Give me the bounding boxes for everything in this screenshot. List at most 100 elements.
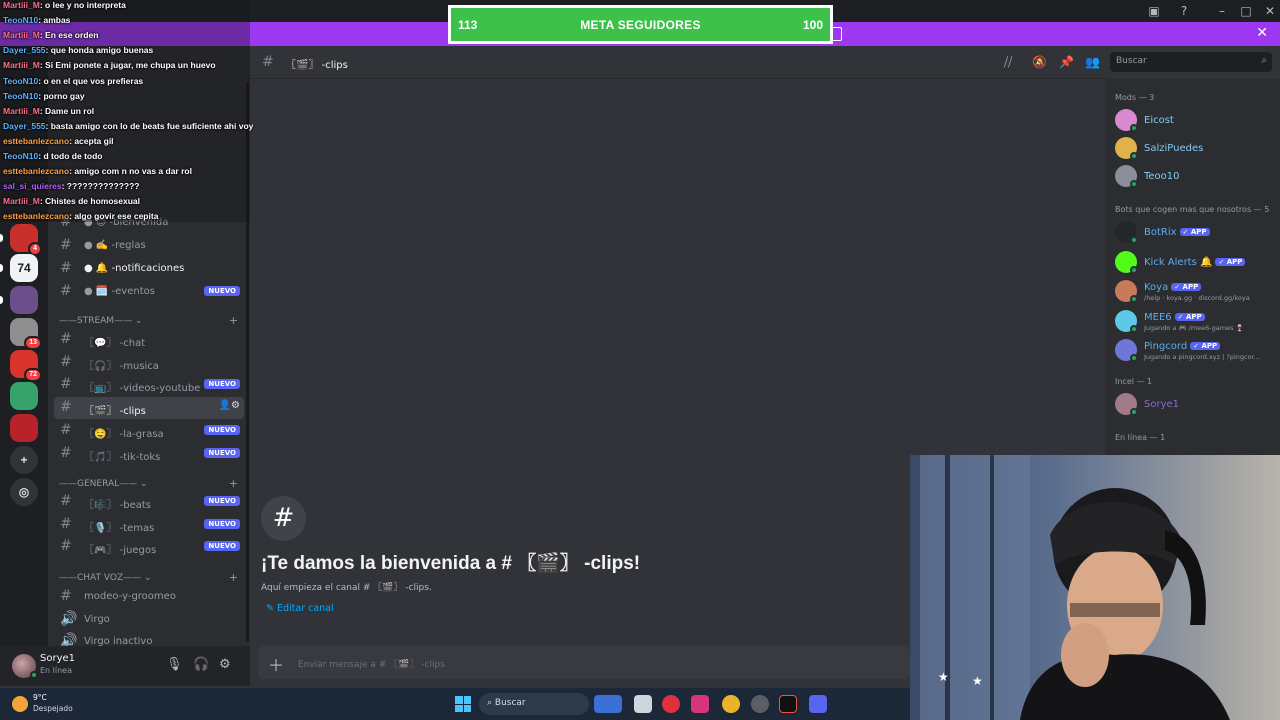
- chat-message: Martiii_M: Chistes de homosexual: [3, 196, 140, 206]
- chat-message: Martiii_M: Si Emi ponete a jugar, me chu…: [3, 60, 216, 70]
- minimize-icon[interactable]: –: [1214, 3, 1230, 19]
- weather-temperature: 9°C: [33, 693, 47, 702]
- server-icon[interactable]: [10, 286, 38, 314]
- create-channel-plus-icon[interactable]: +: [229, 477, 238, 490]
- game-app-icon[interactable]: [594, 695, 622, 713]
- instagram-icon[interactable]: [691, 695, 709, 713]
- server-icon[interactable]: [10, 382, 38, 410]
- chat-text: : amigo com n no vas a dar rol: [69, 166, 192, 177]
- pin-icon[interactable]: 📌: [1059, 55, 1074, 69]
- channel-label: 〖📺〗 -videos-youtube: [84, 383, 201, 395]
- sidebar-channel[interactable]: # 〖🎼〗 -beats NUEVO: [54, 491, 244, 513]
- headphones-icon[interactable]: 🎧: [193, 657, 209, 672]
- unread-badge: 72: [24, 368, 42, 382]
- chrome-icon[interactable]: [722, 695, 740, 713]
- sidebar-channel[interactable]: # ● 🔔 -notificaciones: [54, 258, 244, 280]
- server-icon[interactable]: 72: [10, 350, 42, 382]
- file-explorer-icon[interactable]: [634, 695, 652, 713]
- attach-plus-icon[interactable]: ＋: [268, 652, 284, 676]
- new-badge: NUEVO: [204, 424, 240, 435]
- channel-hash-icon: #: [60, 515, 72, 532]
- channel-title: 〖🎬〗 -clips: [286, 60, 348, 71]
- microphone-icon[interactable]: 🎙: [166, 657, 183, 672]
- channel-category[interactable]: ——STREAM—— ⌄: [59, 316, 142, 326]
- inbox-icon[interactable]: ▣: [1146, 3, 1162, 19]
- sidebar-channel[interactable]: # 〖🎵〗 -tik-toks NUEVO: [54, 443, 244, 465]
- chat-message: TeooN10: porno gay: [3, 91, 85, 101]
- member-name-text: MEE6: [1144, 311, 1172, 323]
- recording-app-icon[interactable]: [662, 695, 680, 713]
- windows-start-icon[interactable]: [455, 696, 471, 712]
- threads-icon[interactable]: ⧸⧸: [1004, 55, 1012, 70]
- member-list-icon[interactable]: 👥: [1085, 55, 1100, 69]
- channel-label: 〖🎧〗 -musica: [84, 360, 159, 372]
- channel-category[interactable]: ——CHAT VOZ—— ⌄: [59, 573, 152, 583]
- sidebar-channel[interactable]: # 〖🎧〗 -musica: [54, 352, 244, 374]
- chat-text: : o en el que vos prefieras: [38, 75, 144, 86]
- weather-condition: Despejado: [33, 704, 73, 713]
- member-row[interactable]: MEE6 ✓ APP Jugando a 🎮 /mee6-games 🍷: [1115, 308, 1275, 334]
- channel-label: ● ✍️ -reglas: [84, 240, 146, 251]
- channel-hash-icon: #: [60, 376, 72, 393]
- create-channel-plus-icon[interactable]: +: [229, 571, 238, 584]
- message-composer[interactable]: ＋ Enviar mensaje a # 〖🎬〗 -clips: [258, 646, 910, 679]
- member-row[interactable]: Kick Alerts 🔔 ✓ APP: [1115, 249, 1275, 275]
- edit-channel-link[interactable]: ✎ Editar canal: [266, 603, 334, 614]
- search-input[interactable]: Buscar ⌕: [1110, 52, 1272, 72]
- help-icon[interactable]: ?: [1176, 3, 1192, 19]
- taskbar-search-label: Buscar: [494, 698, 526, 708]
- member-row[interactable]: Pingcord ✓ APP Jugando a pingcord.xyz | ?p…: [1115, 337, 1275, 363]
- server-icon[interactable]: 74: [10, 254, 38, 282]
- member-row[interactable]: BotRix ✓ APP: [1115, 219, 1275, 245]
- sidebar-channel[interactable]: # 〖🤤〗 -la-grasa NUEVO: [54, 420, 244, 442]
- sidebar-channel[interactable]: # 〖🎮〗 -juegos NUEVO: [54, 536, 244, 558]
- channel-category[interactable]: ——GENERAL—— ⌄: [59, 479, 148, 489]
- maximize-icon[interactable]: □: [1238, 3, 1254, 19]
- server-icon[interactable]: 13: [10, 318, 42, 350]
- obs-icon[interactable]: [751, 695, 769, 713]
- settings-gear-icon[interactable]: ⚙: [219, 657, 231, 672]
- weather-sun-icon[interactable]: [12, 696, 28, 712]
- member-row[interactable]: Eicost: [1115, 107, 1275, 133]
- sidebar-channel[interactable]: # ● ✍️ -reglas: [54, 235, 244, 257]
- member-name: Teoo10: [1144, 171, 1180, 182]
- status-indicator: [1130, 354, 1138, 362]
- sidebar-channel[interactable]: # 〖💬〗 -chat: [54, 329, 244, 351]
- member-name-text: Koya: [1144, 282, 1169, 293]
- channel-label: 〖🎼〗 -beats: [84, 500, 151, 511]
- channel-header: # 〖🎬〗 -clips ⧸⧸ 🔕 📌 👥: [250, 46, 1105, 79]
- sidebar-channel[interactable]: # 〖🎙️〗 -temas NUEVO: [54, 514, 244, 536]
- status-indicator: [1130, 324, 1138, 333]
- tiktok-icon[interactable]: [779, 695, 797, 713]
- create-channel-plus-icon[interactable]: +: [229, 314, 238, 327]
- member-row[interactable]: Koya ✓ APP/help · koya.gg · discord.gg/ko…: [1115, 278, 1275, 304]
- welcome-title: ¡Te damos la bienvenida a # 〖🎬〗 -clips!: [261, 553, 641, 574]
- unread-pill: [0, 296, 3, 304]
- add-server-icon[interactable]: +: [10, 446, 38, 474]
- goal-label: META SEGUIDORES: [580, 18, 701, 32]
- sidebar-channel[interactable]: # 〖📺〗 -videos-youtube NUEVO: [54, 374, 244, 396]
- server-icon[interactable]: [10, 414, 38, 442]
- voice-channel[interactable]: 🔊 Virgo: [54, 609, 244, 631]
- search-placeholder: Buscar: [1116, 56, 1147, 66]
- voice-channel[interactable]: # modeo-y-groomeo: [54, 586, 244, 608]
- sidebar-channel[interactable]: # 〖🎬〗 -clips 👤⚙: [54, 397, 244, 420]
- chat-message: Dayer_555: basta amigo con lo de beats f…: [3, 121, 253, 131]
- channel-hash-icon: #: [60, 260, 72, 276]
- server-icon[interactable]: 4: [10, 224, 42, 256]
- taskbar-search[interactable]: ⌕ Buscar: [479, 693, 589, 715]
- discover-compass-icon[interactable]: ◎: [10, 478, 38, 506]
- mute-bell-icon[interactable]: 🔕: [1032, 55, 1047, 69]
- member-row[interactable]: SalziPuedes: [1115, 135, 1275, 161]
- discord-icon[interactable]: [809, 695, 827, 713]
- new-badge: NUEVO: [204, 447, 240, 458]
- member-row[interactable]: Teoo10: [1115, 163, 1275, 189]
- banner-close-icon[interactable]: ✕: [1256, 25, 1268, 41]
- member-row[interactable]: Sorye1: [1115, 391, 1275, 417]
- sidebar-channel[interactable]: # ● 🗓️ -eventos NUEVO: [54, 281, 244, 303]
- channel-hash-icon: #: [60, 353, 72, 370]
- username[interactable]: Sorye1: [40, 653, 75, 664]
- follower-goal-widget: 113 META SEGUIDORES 100: [448, 5, 833, 44]
- close-window-icon[interactable]: ✕: [1262, 3, 1278, 19]
- invite-settings-icons[interactable]: 👤⚙: [219, 400, 240, 411]
